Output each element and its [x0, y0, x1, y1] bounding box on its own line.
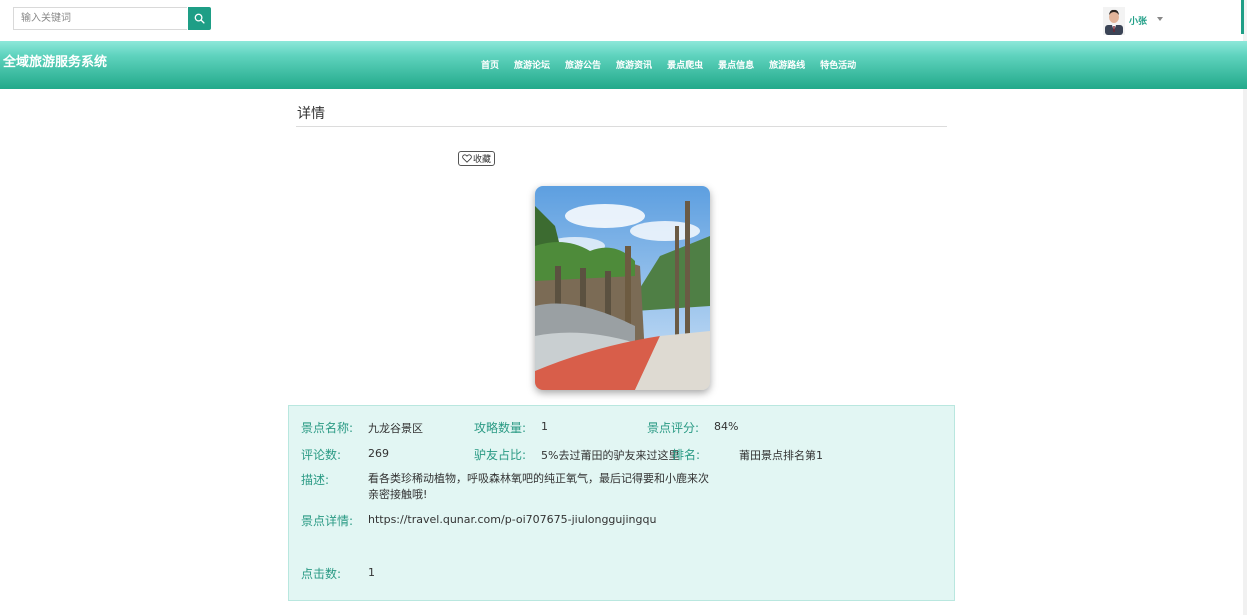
clicks-label: 点击数: [301, 567, 342, 581]
ratio-label: 驴友占比: [474, 448, 527, 462]
scrollbar-thumb[interactable] [1241, 0, 1244, 34]
score-value: 84% [714, 420, 739, 433]
title-divider [296, 126, 947, 127]
description-value: 看各类珍稀动植物，呼吸森林氧吧的纯正氧气，最后记得要和小鹿来次亲密接触哦! [368, 472, 709, 501]
clicks-value: 1 [368, 566, 375, 579]
nav-routes[interactable]: 旅游路线 [769, 58, 805, 71]
detail-url-label: 景点详情: [301, 514, 354, 528]
favorite-button[interactable]: 收藏 [458, 151, 495, 166]
guides-value: 1 [541, 420, 548, 433]
nav-attractions[interactable]: 景点信息 [718, 58, 754, 71]
scrollbar-track[interactable] [1243, 0, 1247, 615]
caret-down-icon[interactable] [1157, 17, 1163, 21]
search-button[interactable] [188, 7, 211, 30]
nav-activities[interactable]: 特色活动 [820, 58, 856, 71]
rank-label: 排名: [672, 448, 701, 462]
search-box [13, 7, 211, 30]
ratio-value: 5%去过莆田的驴友来过这里 [541, 449, 680, 462]
comments-label: 评论数: [301, 448, 342, 462]
score-label: 景点评分: [647, 421, 700, 435]
site-brand[interactable]: 全域旅游服务系统 [3, 51, 107, 70]
top-bar: 小张 [0, 0, 1247, 41]
search-input[interactable] [13, 7, 187, 30]
name-value: 九龙谷景区 [368, 422, 423, 435]
detail-url-value[interactable]: https://travel.qunar.com/p-oi707675-jiul… [368, 513, 656, 526]
search-icon [194, 13, 205, 24]
nav-home[interactable]: 首页 [481, 58, 499, 71]
avatar [1103, 7, 1125, 35]
description-label: 描述: [301, 473, 330, 487]
rank-value: 莆田景点排名第1 [739, 449, 823, 462]
guides-label: 攻略数量: [474, 421, 527, 435]
comments-value: 269 [368, 447, 389, 460]
page-title: 详情 [297, 106, 325, 122]
main-nav: 首页 旅游论坛 旅游公告 旅游资讯 景点爬虫 景点信息 旅游路线 特色活动 [481, 58, 871, 71]
attraction-photo [535, 186, 710, 390]
favorite-label: 收藏 [472, 155, 491, 165]
nav-forum[interactable]: 旅游论坛 [514, 58, 550, 71]
user-name[interactable]: 小张 [1129, 14, 1147, 27]
nav-announcements[interactable]: 旅游公告 [565, 58, 601, 71]
nav-crawler[interactable]: 景点爬虫 [667, 58, 703, 71]
nav-news[interactable]: 旅游资讯 [616, 58, 652, 71]
heart-icon [462, 154, 472, 163]
name-label: 景点名称: [301, 421, 354, 435]
attraction-info-panel: 景点名称: 九龙谷景区 攻略数量: 1 景点评分: 84% 评论数: 269 驴… [288, 405, 955, 601]
site-header: 全域旅游服务系统 首页 旅游论坛 旅游公告 旅游资讯 景点爬虫 景点信息 旅游路… [0, 41, 1247, 89]
